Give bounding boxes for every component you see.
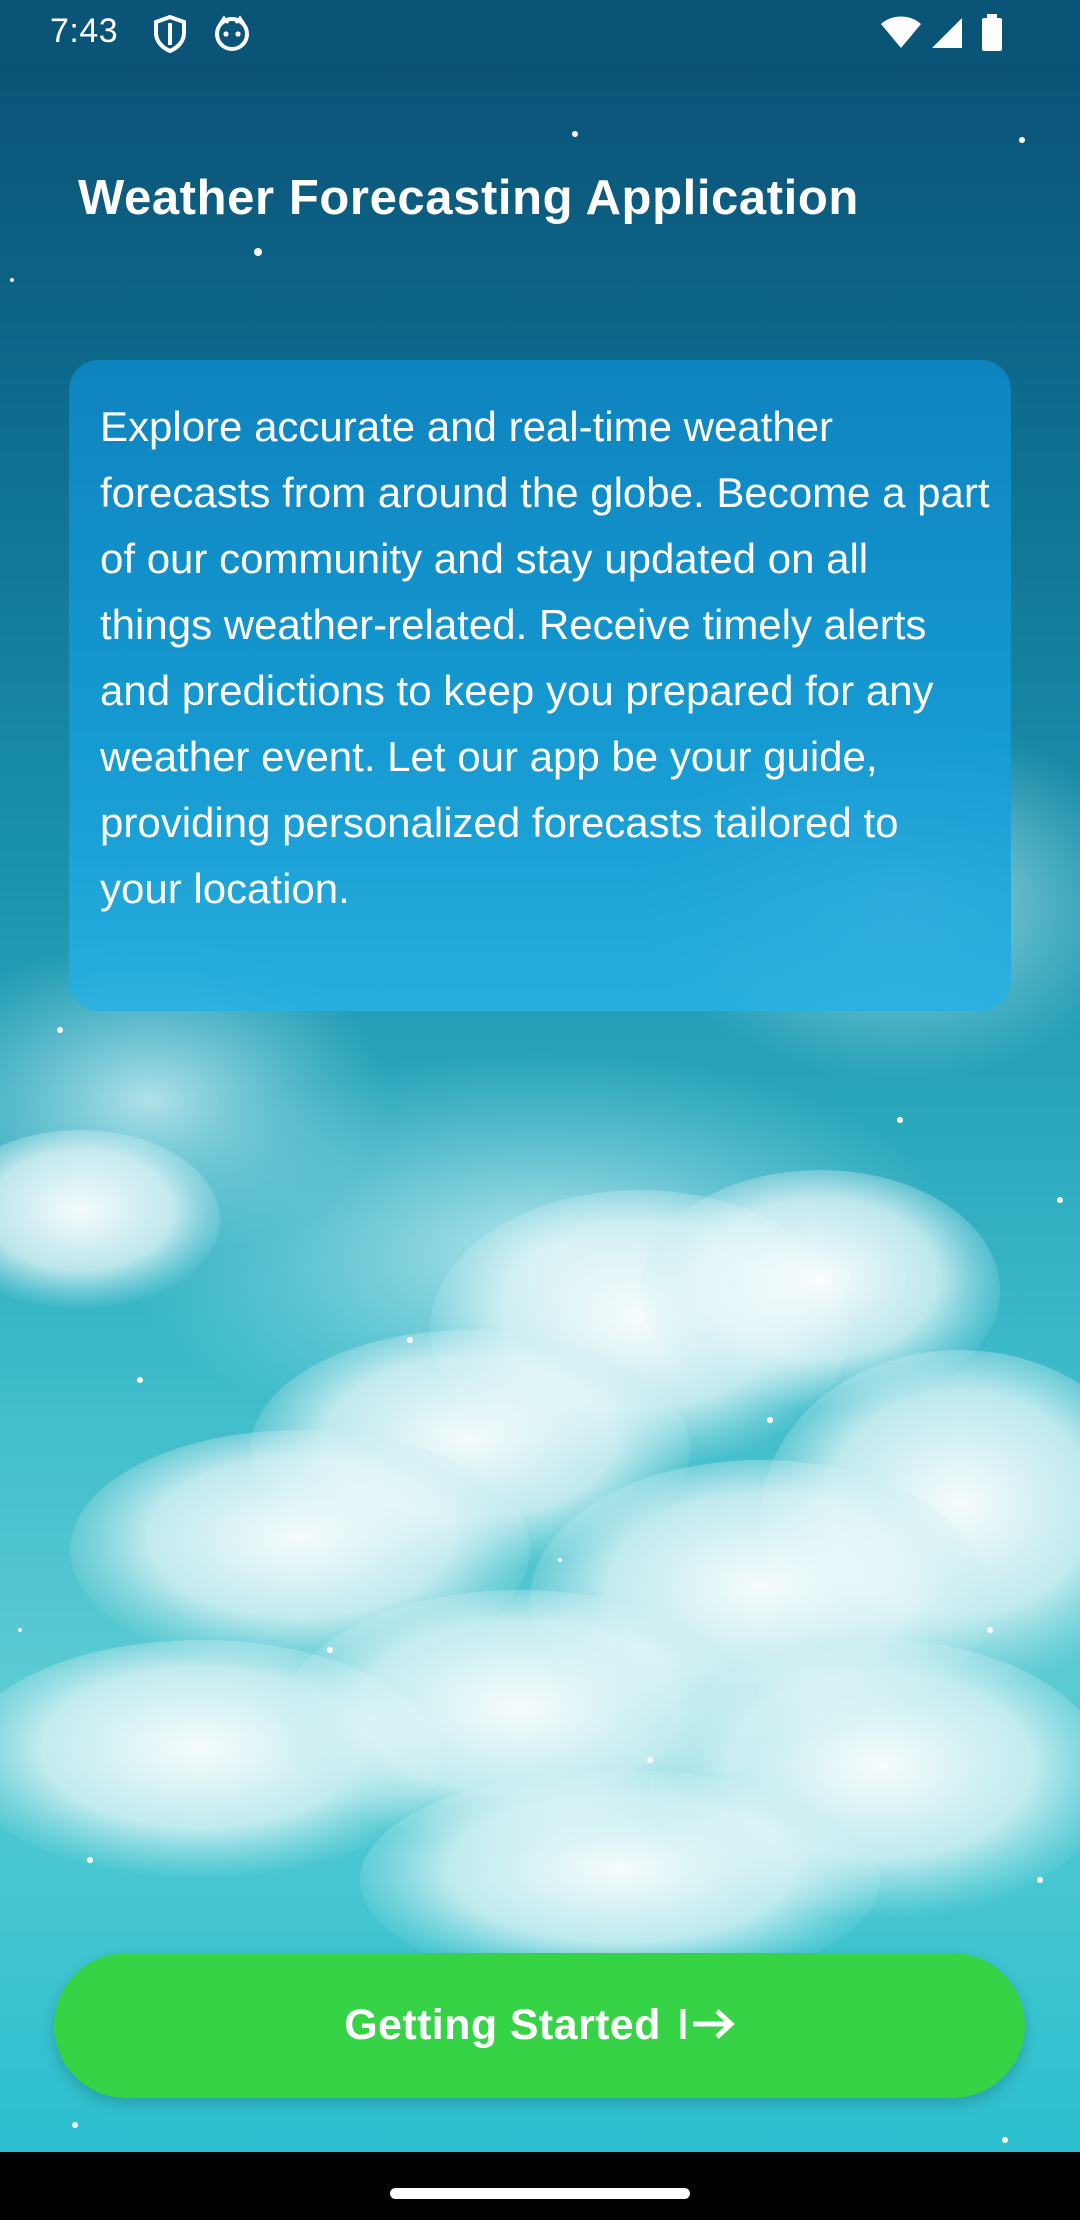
- app-screen: 7:43 Weather Forecasting Application Exp…: [0, 0, 1080, 2152]
- shield-icon: [153, 14, 187, 57]
- status-bar: 7:43: [0, 0, 1080, 66]
- face-icon: [213, 15, 251, 55]
- system-nav-bar: [0, 2152, 1080, 2220]
- home-gesture-handle[interactable]: [390, 2188, 690, 2199]
- battery-icon: [981, 14, 1003, 56]
- wifi-icon: [880, 16, 922, 54]
- signal-icon: [930, 16, 964, 54]
- sky-background-image: [0, 131, 1080, 2143]
- getting-started-button[interactable]: Getting Started: [54, 1953, 1025, 2098]
- status-time: 7:43: [50, 12, 119, 50]
- intro-text: Explore accurate and real-time weather f…: [100, 403, 990, 912]
- arrow-right-to-bar-icon: [679, 2006, 735, 2046]
- intro-card: Explore accurate and real-time weather f…: [69, 360, 1011, 1011]
- page-title: Weather Forecasting Application: [78, 171, 859, 225]
- getting-started-label: Getting Started: [344, 2001, 661, 2049]
